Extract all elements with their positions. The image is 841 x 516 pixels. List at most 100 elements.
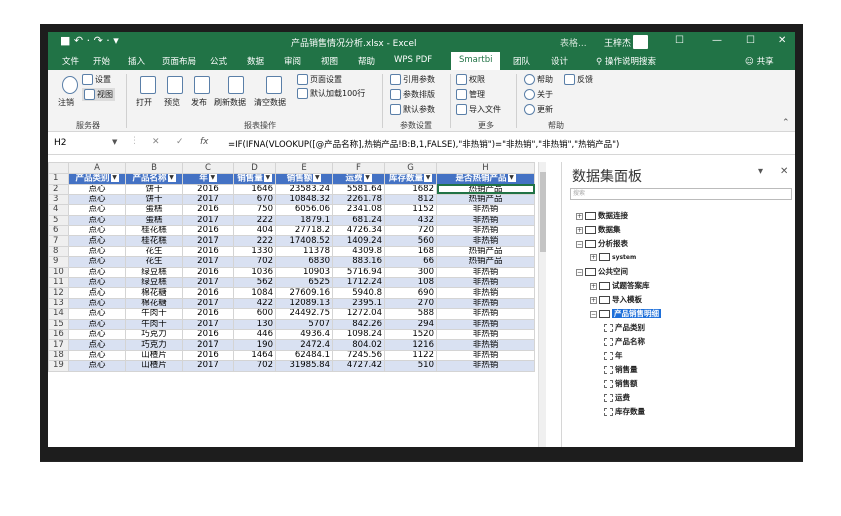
tab-data[interactable]: 数据 — [247, 55, 264, 67]
table-cell[interactable]: 23583.24 — [275, 183, 333, 195]
table-cell[interactable]: 热销产品 — [436, 245, 535, 258]
table-cell[interactable]: 点心 — [68, 235, 126, 247]
param-layout-button[interactable]: 参数排版 — [390, 89, 435, 100]
table-cell[interactable]: 巧克力 — [125, 339, 183, 351]
expand-icon[interactable]: + — [590, 282, 597, 290]
tab-insert[interactable]: 插入 — [128, 55, 145, 67]
user-avatar-icon[interactable] — [633, 35, 648, 49]
table-cell[interactable]: 1330 — [233, 245, 276, 258]
column-letter[interactable]: G — [384, 162, 437, 174]
table-cell[interactable]: 270 — [384, 297, 437, 310]
tab-help[interactable]: 帮助 — [358, 55, 375, 67]
table-cell[interactable]: 720 — [384, 225, 437, 237]
table-cell[interactable]: 点心 — [68, 266, 126, 279]
table-cell[interactable]: 2017 — [182, 276, 234, 289]
row-number[interactable]: 4 — [48, 204, 69, 216]
cancel-icon[interactable]: ✕ — [152, 137, 160, 147]
table-cell[interactable]: 点心 — [68, 349, 126, 362]
filter-dropdown-icon[interactable]: ▼ — [263, 174, 272, 182]
table-cell[interactable]: 点心 — [68, 318, 126, 330]
table-cell[interactable]: 棉花糖 — [125, 297, 183, 310]
table-cell[interactable]: 31985.84 — [275, 360, 333, 372]
tab-file[interactable]: 文件 — [62, 55, 79, 67]
row-number[interactable]: 14 — [48, 308, 69, 320]
table-cell[interactable]: 1036 — [233, 266, 276, 279]
table-cell[interactable]: 4936.4 — [275, 328, 333, 341]
row-number[interactable]: 12 — [48, 287, 69, 299]
table-cell[interactable]: 2016 — [182, 183, 234, 195]
help-button[interactable]: 帮助 — [524, 74, 553, 85]
table-cell[interactable]: 6525 — [275, 276, 333, 289]
table-cell[interactable]: 12089.13 — [275, 297, 333, 310]
collapse-icon[interactable]: − — [576, 268, 583, 276]
table-cell[interactable]: 非热销 — [436, 225, 535, 237]
tree-node[interactable]: 产品类别 — [604, 322, 645, 333]
table-cell[interactable]: 1520 — [384, 328, 437, 341]
row-number[interactable]: 6 — [48, 225, 69, 237]
table-cell[interactable]: 点心 — [68, 297, 126, 310]
column-header[interactable]: 销售额 ▼ — [275, 173, 333, 185]
table-cell[interactable]: 5940.8 — [332, 287, 385, 299]
table-cell[interactable]: 2016 — [182, 266, 234, 279]
table-cell[interactable]: 1682 — [384, 183, 437, 195]
table-cell[interactable]: 非热销 — [436, 339, 535, 351]
table-cell[interactable]: 432 — [384, 214, 437, 227]
table-cell[interactable]: 非热销 — [436, 214, 535, 227]
table-cell[interactable]: 2016 — [182, 308, 234, 320]
maximize-button[interactable]: ☐ — [746, 35, 755, 46]
table-cell[interactable]: 11378 — [275, 245, 333, 258]
table-cell[interactable]: 17408.52 — [275, 235, 333, 247]
spreadsheet-grid[interactable]: A B C D E F G H 1 产品类别 ▼ 产品名称 ▼ 年 ▼ 销售量 ▼ 销售额 ▼ 运费 ▼ 库存数量 ▼ 是否热… — [48, 162, 536, 447]
table-cell[interactable]: 750 — [233, 204, 276, 216]
column-letter[interactable]: E — [275, 162, 333, 174]
tree-node[interactable]: 销售额 — [604, 378, 638, 389]
row-number[interactable]: 18 — [48, 349, 69, 362]
settings-button[interactable]: 设置 — [82, 74, 111, 85]
table-cell[interactable]: 点心 — [68, 328, 126, 341]
table-cell[interactable]: 62484.1 — [275, 349, 333, 362]
manage-button[interactable]: 管理 — [456, 89, 485, 100]
insert-function-icon[interactable]: fx — [200, 137, 209, 147]
table-cell[interactable]: 非热销 — [436, 266, 535, 279]
open-button[interactable]: 打开 — [136, 97, 152, 108]
table-cell[interactable]: 棉花糖 — [125, 287, 183, 299]
tree-node[interactable]: 运费 — [604, 392, 630, 403]
collapse-icon[interactable]: − — [576, 240, 583, 248]
filter-dropdown-icon[interactable]: ▼ — [507, 174, 516, 182]
table-cell[interactable]: 5707 — [275, 318, 333, 330]
row-number[interactable]: 7 — [48, 235, 69, 247]
table-cell[interactable]: 非热销 — [436, 318, 535, 330]
table-cell[interactable]: 非热销 — [436, 235, 535, 247]
table-cell[interactable]: 812 — [384, 193, 437, 206]
tree-node[interactable]: 产品名称 — [604, 336, 645, 347]
column-letter[interactable]: D — [233, 162, 276, 174]
column-header[interactable]: 运费 ▼ — [332, 173, 385, 185]
table-cell[interactable]: 点心 — [68, 193, 126, 206]
table-cell[interactable]: 24492.75 — [275, 308, 333, 320]
row-number[interactable]: 9 — [48, 256, 69, 268]
table-cell[interactable]: 7245.56 — [332, 349, 385, 362]
filter-dropdown-icon[interactable]: ▼ — [167, 174, 176, 182]
data-table[interactable]: A B C D E F G H 1 产品类别 ▼ 产品名称 ▼ 年 ▼ 销售量 ▼ 销售额 ▼ 运费 ▼ 库存数量 ▼ 是否热… — [48, 162, 535, 372]
table-cell[interactable]: 2017 — [182, 360, 234, 372]
column-header[interactable]: 销售量 ▼ — [233, 173, 276, 185]
table-cell[interactable]: 热销产品 — [436, 256, 535, 268]
table-cell[interactable]: 1409.24 — [332, 235, 385, 247]
page-setup-button[interactable]: 页面设置 — [297, 74, 342, 85]
table-cell[interactable]: 点心 — [68, 276, 126, 289]
table-cell[interactable]: 510 — [384, 360, 437, 372]
table-cell[interactable]: 2017 — [182, 193, 234, 206]
publish-button[interactable]: 发布 — [191, 97, 207, 108]
scrollbar-thumb[interactable] — [540, 172, 546, 252]
table-cell[interactable]: 560 — [384, 235, 437, 247]
tree-node[interactable]: − 产品销售明细 — [590, 308, 661, 319]
table-cell[interactable]: 130 — [233, 318, 276, 330]
table-cell[interactable]: 2017 — [182, 214, 234, 227]
table-cell[interactable]: 222 — [233, 235, 276, 247]
feedback-button[interactable]: 反馈 — [564, 74, 593, 85]
collapse-ribbon-icon[interactable]: ⌃ — [782, 118, 790, 128]
table-cell[interactable]: 66 — [384, 256, 437, 268]
default-load-checkbox[interactable]: 默认加载100行 — [297, 88, 365, 99]
table-cell[interactable]: 446 — [233, 328, 276, 341]
table-cell[interactable]: 10903 — [275, 266, 333, 279]
